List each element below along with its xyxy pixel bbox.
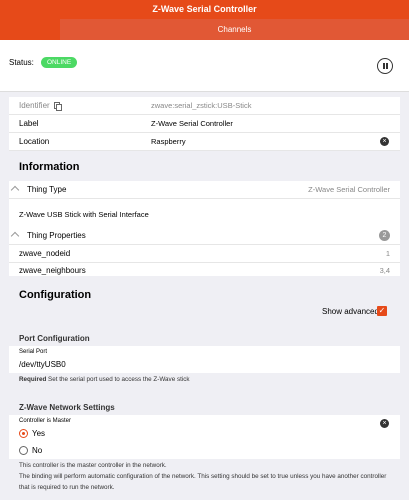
- tab-channels[interactable]: Channels: [60, 19, 409, 40]
- controller-master-help-1: This controller is the master controller…: [19, 462, 167, 469]
- thing-properties-row[interactable]: Thing Properties 2: [9, 227, 400, 245]
- status-badge: ONLINE: [41, 57, 78, 68]
- serial-port-help: Required Set the serial port used to acc…: [19, 376, 190, 383]
- controller-master-help-2: The binding will perform automatic confi…: [19, 473, 387, 480]
- status-block: Status: ONLINE: [0, 40, 409, 92]
- controller-master-label: Controller is Master: [19, 418, 72, 424]
- property-key: zwave_nodeid: [19, 249, 71, 258]
- radio-checked-icon[interactable]: [19, 429, 28, 438]
- copy-icon[interactable]: [53, 102, 62, 111]
- radio-label-no: No: [32, 446, 43, 455]
- controller-master-help-3: that is required to run the network.: [19, 484, 115, 491]
- serial-port-input[interactable]: /dev/ttyUSB0: [19, 360, 66, 369]
- location-row: Location Raspberry ×: [9, 133, 400, 151]
- thing-type-label: Thing Type: [27, 185, 67, 194]
- thing-type-row[interactable]: Thing Type Z-Wave Serial Controller: [9, 181, 400, 199]
- app-header: Z-Wave Serial Controller: [0, 0, 409, 19]
- location-input[interactable]: Raspberry: [151, 137, 186, 146]
- thing-properties-label: Thing Properties: [27, 231, 86, 240]
- list-item: zwave_neighbours 3,4: [9, 262, 400, 280]
- radio-label-yes: Yes: [32, 429, 46, 438]
- status-label: Status:: [9, 58, 34, 67]
- radio-unchecked-icon[interactable]: [19, 446, 28, 455]
- port-configuration-title: Port Configuration: [19, 334, 90, 343]
- thing-type-value: Z-Wave Serial Controller: [308, 185, 390, 194]
- radio-option-yes[interactable]: Yes: [9, 427, 400, 443]
- property-value: 3,4: [379, 266, 390, 275]
- pause-icon[interactable]: [377, 58, 393, 74]
- serial-port-field[interactable]: Serial Port /dev/ttyUSB0: [9, 346, 400, 373]
- identifier-value: zwave:serial_zstick:USB-Stick: [151, 101, 252, 110]
- label-label: Label: [19, 119, 39, 128]
- show-advanced-label: Show advanced: [322, 307, 379, 316]
- information-title: Information: [19, 161, 80, 173]
- serial-port-label: Serial Port: [19, 349, 48, 355]
- identifier-row: Identifier zwave:serial_zstick:USB-Stick: [9, 97, 400, 115]
- label-row: Label Z-Wave Serial Controller: [9, 115, 400, 133]
- configuration-title: Configuration: [19, 289, 92, 301]
- network-settings-title: Z-Wave Network Settings: [19, 403, 115, 412]
- thing-description: Z-Wave USB Stick with Serial Interface: [19, 210, 149, 219]
- controller-master-field: Controller is Master × Yes No: [9, 415, 400, 459]
- radio-option-no[interactable]: No: [9, 444, 400, 460]
- information-block: Thing Type Z-Wave Serial Controller Z-Wa…: [9, 181, 400, 276]
- page-title: Z-Wave Serial Controller: [152, 4, 257, 14]
- clear-icon[interactable]: ×: [380, 137, 389, 146]
- location-label: Location: [19, 137, 50, 146]
- properties-count-badge: 2: [379, 230, 390, 241]
- list-item: zwave_nodeid 1: [9, 245, 400, 263]
- property-key: zwave_neighbours: [19, 266, 86, 275]
- show-advanced-checkbox[interactable]: ✓: [377, 306, 387, 316]
- property-value: 1: [385, 249, 390, 258]
- chevron-up-icon: [10, 231, 20, 241]
- identifier-label: Identifier: [19, 101, 62, 111]
- chevron-up-icon: [10, 185, 20, 195]
- thing-properties-form: Identifier zwave:serial_zstick:USB-Stick…: [9, 97, 400, 151]
- label-input[interactable]: Z-Wave Serial Controller: [151, 119, 233, 128]
- tab-bar: Channels: [0, 19, 409, 40]
